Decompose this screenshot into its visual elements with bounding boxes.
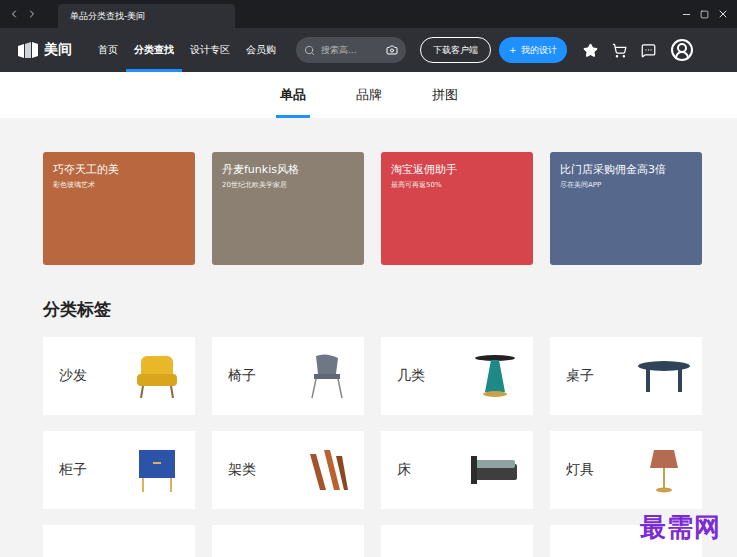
banner-subtitle: 最高可再返50% — [391, 180, 523, 190]
sub-tab[interactable]: 品牌 — [352, 72, 386, 118]
banner-title: 巧夺天工的美 — [53, 162, 185, 177]
product-icon — [634, 440, 694, 500]
category-card[interactable]: 灯具 — [550, 431, 702, 509]
nav-icons — [583, 38, 694, 62]
banner-title: 淘宝返佣助手 — [391, 162, 523, 177]
sub-tabs: 单品品牌拼图 — [0, 72, 737, 118]
section-title: 分类标签 — [43, 297, 702, 321]
banner-subtitle: 彩色玻璃艺术 — [53, 180, 185, 190]
window-controls — [681, 0, 737, 28]
avatar-icon[interactable] — [670, 38, 694, 62]
category-label: 椅子 — [228, 367, 256, 385]
product-icon — [127, 440, 187, 500]
nav-item[interactable]: 分类查找 — [126, 28, 182, 72]
category-card[interactable]: 桌子 — [550, 337, 702, 415]
logo-icon — [18, 42, 38, 58]
category-label: 架类 — [228, 461, 256, 479]
maximize-icon[interactable] — [700, 10, 709, 19]
category-card[interactable]: 椅子 — [212, 337, 364, 415]
banner-title: 比门店采购佣金高3倍 — [560, 162, 692, 177]
watermark: 最需网 — [640, 510, 721, 545]
category-card[interactable] — [212, 525, 364, 557]
category-card[interactable]: 几类 — [381, 337, 533, 415]
banner-row: 巧夺天工的美彩色玻璃艺术 丹麦funkis风格 20世纪北欧美学家居 淘宝返佣助手最高… — [43, 152, 702, 265]
product-icon — [465, 346, 525, 406]
camera-icon[interactable] — [386, 44, 398, 56]
banner[interactable]: 丹麦funkis风格 20世纪北欧美学家居 — [212, 152, 364, 265]
banner[interactable]: 巧夺天工的美彩色玻璃艺术 — [43, 152, 195, 265]
nav-bar: 美间首页分类查找设计专区会员购搜索高... 下载客户端 +我的设计 — [0, 28, 737, 72]
title-bar: 单品分类查找-美间 — [0, 0, 737, 28]
category-card[interactable] — [43, 525, 195, 557]
banner-title: 丹麦funkis风格 — [222, 162, 354, 177]
logo[interactable]: 美间 — [18, 41, 72, 59]
content: 巧夺天工的美彩色玻璃艺术 丹麦funkis风格 20世纪北欧美学家居 淘宝返佣助手最高… — [0, 118, 737, 557]
category-card[interactable] — [381, 525, 533, 557]
category-label: 床 — [397, 461, 411, 479]
my-design-button[interactable]: +我的设计 — [499, 37, 567, 63]
product-icon — [296, 346, 356, 406]
star-icon[interactable] — [583, 43, 598, 58]
category-label: 桌子 — [566, 367, 594, 385]
banner-subtitle: 20世纪北欧美学家居 — [222, 180, 354, 190]
back-icon[interactable] — [8, 8, 20, 20]
category-card[interactable]: 柜子 — [43, 431, 195, 509]
category-card[interactable]: 架类 — [212, 431, 364, 509]
product-icon — [465, 440, 525, 500]
category-label: 柜子 — [59, 461, 87, 479]
cart-icon[interactable] — [612, 43, 627, 58]
category-label: 灯具 — [566, 461, 594, 479]
category-card[interactable]: 沙发 — [43, 337, 195, 415]
nav-item[interactable]: 首页 — [90, 28, 126, 72]
category-card[interactable]: 床 — [381, 431, 533, 509]
banner[interactable]: 比门店采购佣金高3倍尽在美间APP — [550, 152, 702, 265]
download-button[interactable]: 下载客户端 — [420, 37, 491, 63]
banner[interactable]: 淘宝返佣助手最高可再返50% — [381, 152, 533, 265]
nav-item[interactable]: 会员购 — [238, 28, 284, 72]
product-icon — [634, 346, 694, 406]
banner-subtitle: 尽在美间APP — [560, 180, 692, 190]
category-grid: 沙发 椅子 几类 桌子柜子 架类 床 灯具 — [43, 337, 702, 557]
app-window: 单品分类查找-美间美间首页分类查找设计专区会员购搜索高... 下载客户端 +我的设计… — [0, 0, 737, 557]
minimize-icon[interactable] — [681, 9, 692, 20]
sub-tab[interactable]: 单品 — [276, 72, 310, 118]
history-nav — [8, 0, 58, 28]
close-icon[interactable] — [717, 8, 729, 20]
product-icon — [127, 346, 187, 406]
window-tab[interactable]: 单品分类查找-美间 — [58, 4, 235, 28]
search-icon — [304, 45, 315, 56]
category-label: 沙发 — [59, 367, 87, 385]
category-label: 几类 — [397, 367, 425, 385]
forward-icon[interactable] — [26, 8, 38, 20]
message-icon[interactable] — [641, 43, 656, 58]
search-field[interactable]: 搜索高... — [296, 37, 406, 63]
sub-tab[interactable]: 拼图 — [428, 72, 462, 118]
nav-item[interactable]: 设计专区 — [182, 28, 238, 72]
product-icon — [296, 440, 356, 500]
